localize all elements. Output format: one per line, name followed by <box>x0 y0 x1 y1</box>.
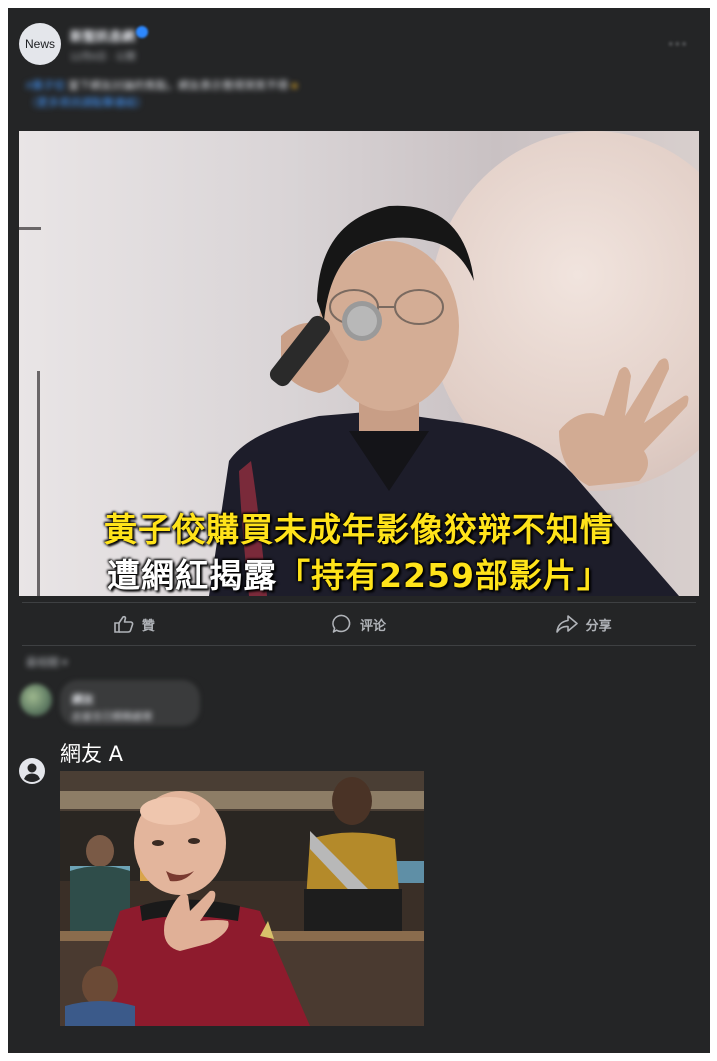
post-caption: #黃子佼 當下網友討論的焦點，網友表示覺得哭笑不得 ● （更多資訊請點擊連結） <box>26 78 686 112</box>
share-label: 分享 <box>585 618 612 634</box>
caption-text: 當下網友討論的焦點，網友表示覺得哭笑不得 <box>65 80 292 92</box>
page-avatar[interactable]: News <box>19 23 61 65</box>
post-header: News 新聖訊息網 12月6日 · 公開 ··· <box>8 8 710 78</box>
headline-line-1: 黃子佼購買未成年影像狡辩不知情 <box>104 510 614 549</box>
headline-yellow-part: 「持有2259部影片」 <box>277 556 611 595</box>
user-silhouette-icon[interactable] <box>19 758 45 784</box>
like-label: 贊 <box>141 618 155 634</box>
comment-label: 评论 <box>360 618 387 634</box>
commenter-name-a[interactable]: 網友 A <box>60 738 123 768</box>
comment-sort-dropdown[interactable]: 最相關 ▾ <box>26 654 68 670</box>
headline-line-2: 遭網紅揭露「持有2259部影片」 <box>19 549 699 596</box>
facebook-post: News 新聖訊息網 12月6日 · 公開 ··· #黃子佼 當下網友討論的焦點… <box>8 8 710 1053</box>
comment-text: 此留言已模糊處理 <box>72 712 152 723</box>
share-button[interactable]: 分享 <box>471 603 696 645</box>
post-timestamp[interactable]: 12月6日 · 公開 <box>70 48 136 63</box>
meme-scene <box>60 771 424 1026</box>
more-options-icon[interactable]: ··· <box>668 34 688 55</box>
comment-button[interactable]: 评论 <box>247 603 472 645</box>
caption-link[interactable]: （更多資訊請點擊連結） <box>26 97 147 109</box>
verified-badge-icon <box>136 26 148 38</box>
post-actions-bar: 贊 评论 分享 <box>22 602 696 646</box>
comment-meme-image[interactable] <box>60 771 424 1026</box>
commenter-name[interactable]: 網友 <box>72 691 94 707</box>
comment-bubble-icon <box>332 614 351 633</box>
post-photo[interactable]: 黃子佼購買未成年影像狡辩不知情 遭網紅揭露「持有2259部影片」 <box>19 131 699 596</box>
emoji-icon: ● <box>291 80 298 92</box>
hashtag-link[interactable]: #黃子佼 <box>26 80 65 92</box>
commenter-avatar[interactable] <box>20 684 52 716</box>
page-name[interactable]: 新聖訊息網 <box>70 26 135 45</box>
thumbs-up-icon <box>114 615 134 633</box>
like-button[interactable]: 贊 <box>22 603 247 645</box>
share-arrow-icon <box>555 615 578 633</box>
headline-white-part: 遭網紅揭露 <box>107 556 278 595</box>
